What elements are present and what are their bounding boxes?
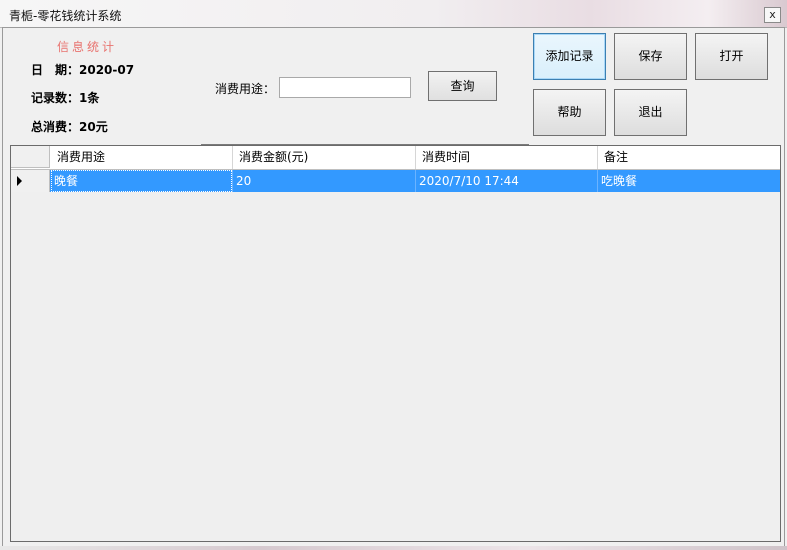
table-row[interactable]: 晚餐 20 2020/7/10 17:44 吃晚餐 [11,170,780,192]
cell-note[interactable]: 吃晚餐 [598,170,780,192]
total-spend-label: 总消费：20元 [31,120,108,134]
info-heading: 信息统计 [57,40,118,54]
window-bottom-border [0,546,787,550]
cell-amount[interactable]: 20 [233,170,416,192]
row-selector[interactable] [11,170,50,192]
date-label: 日 期：2020-07 [31,63,135,77]
add-record-button[interactable]: 添加记录 [533,33,606,80]
search-input[interactable] [279,77,411,98]
record-count-label: 记录数：1条 [31,91,100,105]
search-label: 消费用途： [215,82,276,96]
grid-header: 消费用途 消费金额(元) 消费时间 备注 [11,146,780,170]
column-header-time[interactable]: 消费时间 [416,146,598,169]
column-header-amount[interactable]: 消费金额(元) [233,146,416,169]
grid-corner-cell[interactable] [11,146,50,168]
close-button[interactable]: x [764,7,781,23]
title-bar[interactable]: 青栀-零花钱统计系统 x [0,0,787,28]
exit-button[interactable]: 退出 [614,89,687,136]
records-grid[interactable]: 消费用途 消费金额(元) 消费时间 备注 晚餐 20 2020/7/10 17:… [10,145,781,542]
cell-purpose[interactable]: 晚餐 [51,170,233,192]
help-button[interactable]: 帮助 [533,89,606,136]
window-title: 青栀-零花钱统计系统 [9,9,122,23]
column-header-note[interactable]: 备注 [598,146,780,169]
query-button[interactable]: 查询 [428,71,497,101]
open-button[interactable]: 打开 [695,33,768,80]
cell-time[interactable]: 2020/7/10 17:44 [416,170,598,192]
column-header-purpose[interactable]: 消费用途 [51,146,233,169]
current-row-arrow-icon [17,176,22,186]
save-button[interactable]: 保存 [614,33,687,80]
